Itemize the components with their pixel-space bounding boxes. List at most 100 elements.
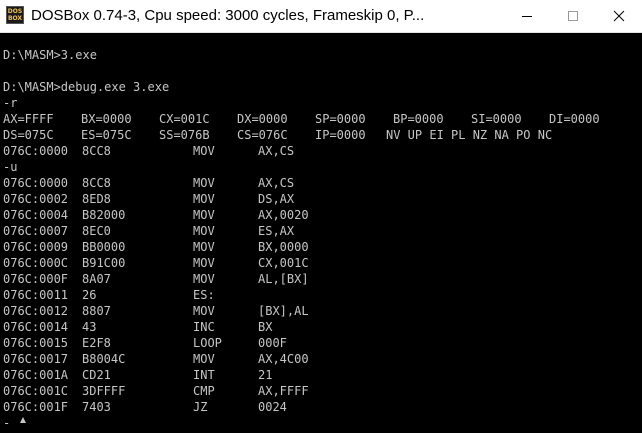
disasm-row: 076C:000C B91C00 MOV CX,001C (3, 255, 639, 271)
disasm-address: 076C:001A (3, 368, 69, 382)
close-icon (613, 10, 625, 22)
disasm-row: 076C:0014 43 INC BX (3, 319, 639, 335)
disasm-address: 076C:0004 (3, 208, 69, 222)
disasm-bytes: 8807 (82, 304, 111, 318)
register-bx: BX=0000 (81, 112, 132, 126)
disasm-row: 076C:0007 8EC0 MOV ES,AX (3, 223, 639, 239)
disasm-address: 076C:0000 (3, 176, 69, 190)
disasm-operands: AX,0020 (258, 208, 309, 222)
console-line-u-command: -u (3, 160, 18, 174)
command-prompt-line[interactable]: - (3, 415, 63, 431)
disasm-row: 076C:0011 26 ES: (3, 287, 639, 303)
disasm-mnemonic: MOV (193, 224, 215, 238)
disasm-mnemonic: MOV (193, 272, 215, 286)
console-line-run: D:\MASM>3.exe (3, 48, 97, 62)
disasm-address: 076C:000F (3, 272, 69, 286)
disasm-mnemonic: CMP (193, 384, 215, 398)
mouse-cursor-icon (20, 417, 26, 423)
disasm-bytes: CD21 (82, 368, 111, 382)
disasm-row: 076C:001F 7403 JZ 0024 (3, 399, 639, 415)
disasm-mnemonic: ES: (193, 288, 215, 302)
register-ip: IP=0000 (315, 128, 366, 142)
disasm-bytes: B8004C (82, 352, 126, 366)
disasm-mnemonic: LOOP (193, 336, 222, 350)
disasm-address: 076C:0017 (3, 352, 69, 366)
disasm-address: 076C:0015 (3, 336, 69, 350)
disasm-mnemonic: MOV (193, 352, 215, 366)
disasm-mnemonic: MOV (193, 304, 215, 318)
disasm-operands: [BX],AL (258, 304, 309, 318)
instr-mnemonic: MOV (193, 144, 215, 158)
disasm-row: 076C:001A CD21 INT 21 (3, 367, 639, 383)
disasm-mnemonic: MOV (193, 176, 215, 190)
disasm-address: 076C:0007 (3, 224, 69, 238)
register-bp: BP=0000 (393, 112, 444, 126)
disasm-bytes: 8ED8 (82, 192, 111, 206)
current-instruction: 076C:0000 8CC8 MOV AX,CS (3, 143, 639, 159)
command-prompt: - (3, 416, 11, 430)
console-line-debug: D:\MASM>debug.exe 3.exe (3, 80, 170, 94)
disasm-operands: AX,FFFF (258, 384, 309, 398)
register-sp: SP=0000 (315, 112, 366, 126)
maximize-icon (568, 11, 578, 21)
disasm-row: 076C:0009 BB0000 MOV BX,0000 (3, 239, 639, 255)
disasm-address: 076C:0011 (3, 288, 69, 302)
disasm-address: 076C:000C (3, 256, 69, 270)
disasm-bytes: 8A07 (82, 272, 111, 286)
cpu-flags: NV UP EI PL NZ NA PO NC (386, 128, 553, 142)
instr-address: 076C:0000 (3, 144, 69, 158)
disasm-bytes: 3DFFFF (82, 384, 126, 398)
disasm-address: 076C:0002 (3, 192, 69, 206)
disasm-operands: 21 (258, 368, 273, 382)
disasm-row: 076C:0004 B82000 MOV AX,0020 (3, 207, 639, 223)
title-bar[interactable]: DOS BOX DOSBox 0.74-3, Cpu speed: 3000 c… (0, 0, 642, 33)
disasm-address: 076C:001F (3, 400, 69, 414)
console-line-r-command: -r (3, 96, 18, 110)
disasm-mnemonic: INT (193, 368, 215, 382)
dos-console[interactable]: D:\MASM>3.exe D:\MASM>debug.exe 3.exe -r… (1, 33, 641, 432)
dosbox-app-icon: DOS BOX (6, 6, 24, 24)
disasm-address: 076C:0009 (3, 240, 69, 254)
register-cs: CS=076C (237, 128, 288, 142)
register-es: ES=075C (81, 128, 132, 142)
disasm-mnemonic: MOV (193, 208, 215, 222)
disasm-bytes: 8CC8 (82, 176, 111, 190)
disasm-bytes: 8EC0 (82, 224, 111, 238)
disasm-bytes: B91C00 (82, 256, 126, 270)
minimize-icon (522, 16, 532, 17)
register-line-2: DS=075C ES=075C SS=076B CS=076C IP=0000 … (3, 127, 639, 143)
register-cx: CX=001C (159, 112, 210, 126)
disasm-bytes: E2F8 (82, 336, 111, 350)
disasm-row: 076C:000F 8A07 MOV AL,[BX] (3, 271, 639, 287)
disasm-row: 076C:0002 8ED8 MOV DS,AX (3, 191, 639, 207)
close-button[interactable] (596, 0, 642, 32)
register-ax: AX=FFFF (3, 112, 54, 126)
register-ss: SS=076B (159, 128, 210, 142)
disasm-operands: ES,AX (258, 224, 295, 238)
disasm-bytes: B82000 (82, 208, 126, 222)
register-di: DI=0000 (549, 112, 600, 126)
disasm-mnemonic: MOV (193, 256, 215, 270)
disasm-address: 076C:0014 (3, 320, 69, 334)
disasm-bytes: 26 (82, 288, 97, 302)
disasm-bytes: BB0000 (82, 240, 126, 254)
minimize-button[interactable] (504, 0, 550, 32)
disasm-row: 076C:001C 3DFFFF CMP AX,FFFF (3, 383, 639, 399)
register-line-1: AX=FFFF BX=0000 CX=001C DX=0000 SP=0000 … (3, 111, 639, 127)
disasm-address: 076C:0012 (3, 304, 69, 318)
disasm-operands: CX,001C (258, 256, 309, 270)
disasm-operands: 000F (258, 336, 287, 350)
disasm-operands: BX (258, 320, 273, 334)
disasm-operands: 0024 (258, 400, 287, 414)
register-dx: DX=0000 (237, 112, 288, 126)
disasm-row: 076C:0017 B8004C MOV AX,4C00 (3, 351, 639, 367)
window-title: DOSBox 0.74-3, Cpu speed: 3000 cycles, F… (31, 7, 425, 24)
disasm-mnemonic: MOV (193, 192, 215, 206)
register-ds: DS=075C (3, 128, 54, 142)
disasm-address: 076C:001C (3, 384, 69, 398)
disasm-operands: AL,[BX] (258, 272, 309, 286)
maximize-button[interactable] (550, 0, 596, 32)
disasm-operands: AX,CS (258, 176, 295, 190)
disasm-row: 076C:0015 E2F8 LOOP 000F (3, 335, 639, 351)
register-si: SI=0000 (471, 112, 522, 126)
